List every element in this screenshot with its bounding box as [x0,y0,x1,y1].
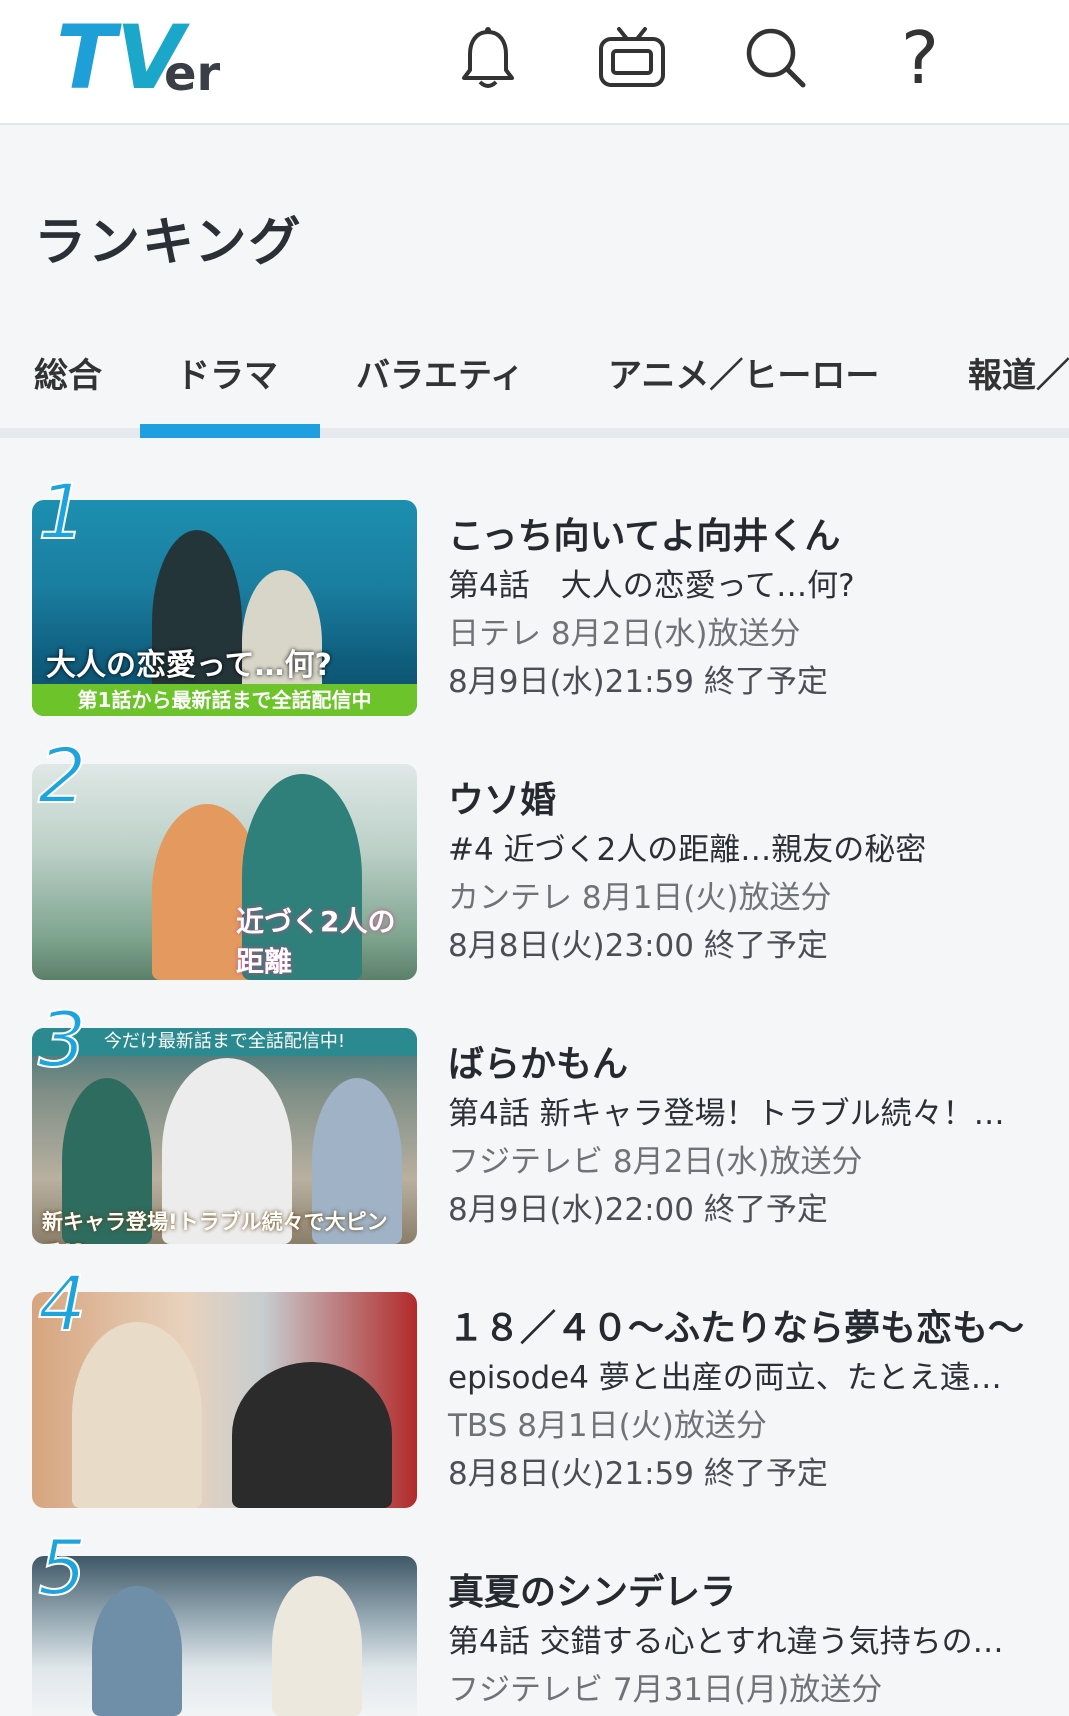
search-icon[interactable] [736,18,816,98]
item-title[interactable]: ウソ婚 [448,776,1048,826]
item-info: 真夏のシンデレラ 第4話 交錯する心とすれ違う気持ちの… フジテレビ 7月31日… [448,1568,1048,1714]
ranking-item-5[interactable]: 5 真夏のシンデレラ 第4話 交錯する心とすれ違う気持ちの… フジテレビ 7月3… [0,1496,1069,1716]
thumb-top-band: 今だけ最新話まで全話配信中! [32,1028,417,1056]
item-title[interactable]: ばらかもん [448,1040,1048,1090]
item-end-date: 8月8日(火)21:59 終了予定 [448,1456,828,1492]
item-title[interactable]: 真夏のシンデレラ [448,1568,1048,1618]
tab-news[interactable]: 報道／ [968,348,1069,397]
item-info: こっち向いてよ向井くん 第4話 大人の恋愛って…何? 日テレ 8月2日(水)放送… [448,512,1048,706]
tab-overall[interactable]: 総合 [34,348,102,397]
item-title[interactable]: こっち向いてよ向井くん [448,512,1048,562]
logo-er: er [164,46,221,102]
thumbnail[interactable]: 今だけ最新話まで全話配信中! 新キャラ登場!トラブル続々で大ピンチ!? [32,1028,417,1244]
item-broadcast: TBS 8月1日(火)放送分 [448,1408,767,1444]
rank-number: 3 [37,995,87,1084]
thumbnail[interactable]: 大人の恋愛って…何? 第1話から最新話まで全話配信中 [32,500,417,716]
item-end-date: 8月9日(水)22:00 終了予定 [448,1192,828,1228]
rank-number: 1 [37,467,87,556]
item-broadcast: フジテレビ 7月31日(月)放送分 [448,1672,883,1708]
bell-icon[interactable] [448,18,528,98]
tab-variety[interactable]: バラエティ [356,348,524,397]
logo-t: T [56,6,116,109]
page-title: ランキング [34,213,303,273]
thumbnail[interactable] [32,1556,417,1716]
thumbnail[interactable]: 近づく2人の距離 [32,764,417,980]
tv-icon[interactable] [592,18,672,98]
item-broadcast: フジテレビ 8月2日(水)放送分 [448,1144,863,1180]
item-episode: 第4話 交錯する心とすれ違う気持ちの… [448,1624,1004,1660]
item-info: １８／４０～ふたりなら夢も恋も～ episode4 夢と出産の両立、たとえ遠… … [448,1304,1048,1498]
item-episode: 第4話 大人の恋愛って…何? [448,568,855,604]
item-end-date: 8月8日(火)23:00 終了予定 [448,928,828,964]
rank-number: 5 [37,1523,87,1612]
tver-logo[interactable]: T V er [56,14,226,104]
rank-number: 4 [37,1259,87,1348]
item-title[interactable]: １８／４０～ふたりなら夢も恋も～ [448,1304,1048,1354]
app-header: T V er ? [0,0,1069,125]
active-tab-indicator [140,424,320,438]
help-icon[interactable]: ? [880,16,960,100]
ranking-item-1[interactable]: 大人の恋愛って…何? 第1話から最新話まで全話配信中 1 こっち向いてよ向井くん… [0,440,1069,716]
item-broadcast: カンテレ 8月1日(火)放送分 [448,880,832,916]
tab-drama[interactable]: ドラマ [176,348,278,397]
thumbnail[interactable] [32,1292,417,1508]
item-episode: 第4話 新キャラ登場！トラブル続々！… [448,1096,1005,1132]
ranking-item-3[interactable]: 今だけ最新話まで全話配信中! 新キャラ登場!トラブル続々で大ピンチ!? 3 ばら… [0,968,1069,1244]
item-end-date: 8月9日(水)21:59 終了予定 [448,664,828,700]
rank-number: 2 [37,731,87,820]
item-broadcast: 日テレ 8月2日(水)放送分 [448,616,801,652]
item-episode: episode4 夢と出産の両立、たとえ遠… [448,1360,1002,1396]
ranking-item-4[interactable]: 4 １８／４０～ふたりなら夢も恋も～ episode4 夢と出産の両立、たとえ遠… [0,1232,1069,1508]
item-info: ばらかもん 第4話 新キャラ登場！トラブル続々！… フジテレビ 8月2日(水)放… [448,1040,1048,1234]
thumb-caption: 大人の恋愛って…何? [46,648,332,683]
tab-anime-hero[interactable]: アニメ／ヒーロー [608,348,879,397]
help-glyph: ? [900,16,940,100]
item-info: ウソ婚 #4 近づく2人の距離…親友の秘密 カンテレ 8月1日(火)放送分 8月… [448,776,1048,970]
item-episode: #4 近づく2人の距離…親友の秘密 [448,832,927,868]
ranking-item-2[interactable]: 近づく2人の距離 2 ウソ婚 #4 近づく2人の距離…親友の秘密 カンテレ 8月… [0,704,1069,980]
